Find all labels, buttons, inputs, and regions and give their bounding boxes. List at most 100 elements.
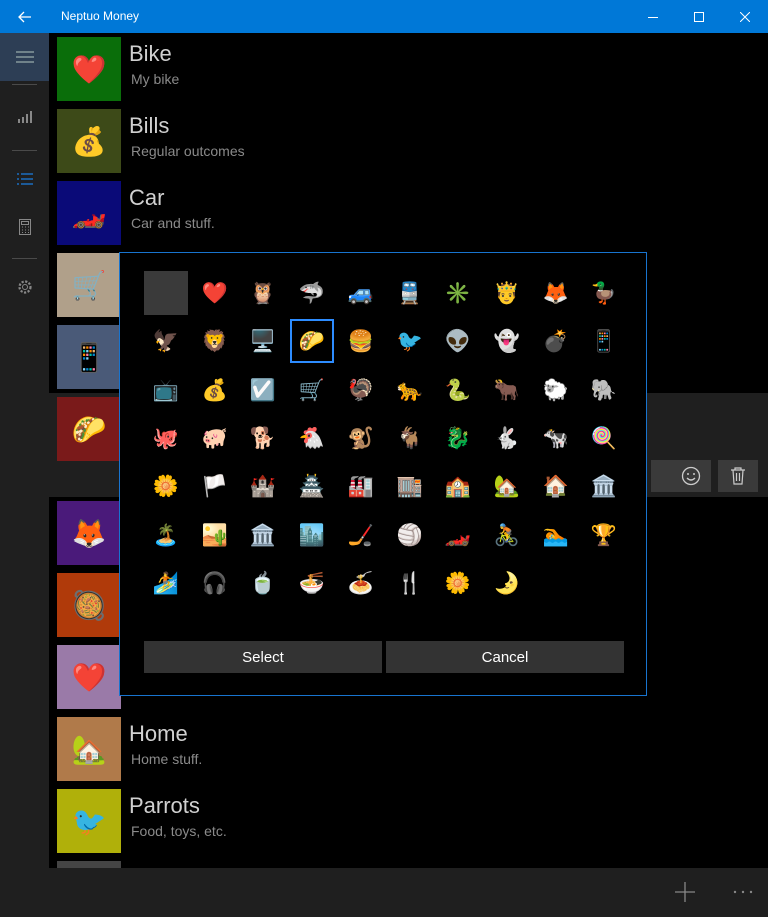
icon-option[interactable]: 🏭	[339, 464, 383, 508]
food-icon: 🥘	[71, 588, 107, 622]
icon-option[interactable]: 🏎️	[436, 513, 480, 557]
icon-option[interactable]: 🛒	[290, 368, 334, 412]
icon-option[interactable]: 🚆	[388, 271, 432, 315]
list-item[interactable]: ❤️ Bike My bike	[49, 33, 768, 105]
back-button[interactable]	[0, 0, 49, 33]
icon-option[interactable]: ✳️	[436, 271, 480, 315]
icon-option[interactable]: 🐑	[534, 368, 578, 412]
icon-option[interactable]: 🐦	[388, 319, 432, 363]
icon-option-none[interactable]	[144, 271, 188, 315]
icon-option[interactable]: 🐔	[290, 416, 334, 460]
icon-option[interactable]: 🍔	[339, 319, 383, 363]
icon-option[interactable]: 🦃	[339, 368, 383, 412]
icon-option[interactable]: 🦅	[144, 319, 188, 363]
icon-option[interactable]: 👻	[485, 319, 529, 363]
icon-option[interactable]: 🐒	[339, 416, 383, 460]
icon-option[interactable]: 🚙	[339, 271, 383, 315]
icon-option[interactable]: 🍝	[339, 561, 383, 605]
icon-option[interactable]: 🐉	[436, 416, 480, 460]
icon-option[interactable]: 🐄	[534, 416, 578, 460]
smiley-icon	[681, 466, 701, 486]
icon-option[interactable]: 👽	[436, 319, 480, 363]
sidebar-item-calculator[interactable]	[0, 203, 49, 251]
icon-option[interactable]: 🍵	[241, 561, 285, 605]
icon-option[interactable]: 🍭	[582, 416, 626, 460]
icon-option[interactable]: 💰	[193, 368, 237, 412]
icon-option[interactable]: 🏡	[485, 464, 529, 508]
hamburger-icon	[15, 51, 34, 63]
icon-option[interactable]: 🐙	[144, 416, 188, 460]
icon-option[interactable]: 🏬	[388, 464, 432, 508]
minimize-button[interactable]	[630, 0, 676, 33]
icon-option[interactable]: 🏫	[436, 464, 480, 508]
race-car-icon: 🏎️	[71, 196, 107, 230]
icon-option[interactable]: 🏛️	[241, 513, 285, 557]
sidebar-item-summary[interactable]	[0, 93, 49, 141]
icon-option[interactable]: 🏒	[339, 513, 383, 557]
icon-option[interactable]: 🐇	[485, 416, 529, 460]
icon-option[interactable]: 🏆	[582, 513, 626, 557]
taco-icon: 🌮	[71, 412, 107, 446]
icon-option[interactable]: ☑️	[241, 368, 285, 412]
icon-option[interactable]: 🍜	[290, 561, 334, 605]
icon-option[interactable]: 🌛	[485, 561, 529, 605]
icon-option[interactable]: 🏜️	[193, 513, 237, 557]
minimize-icon	[648, 16, 658, 18]
sidebar	[0, 33, 49, 917]
icon-option[interactable]: 🐐	[388, 416, 432, 460]
select-button[interactable]: Select	[144, 641, 382, 673]
icon-option[interactable]: 🚴	[485, 513, 529, 557]
icon-option[interactable]: 🌼	[436, 561, 480, 605]
icon-option[interactable]: 🦁	[193, 319, 237, 363]
icon-option[interactable]: 🐆	[388, 368, 432, 412]
icon-option[interactable]: 🐕	[241, 416, 285, 460]
icon-option[interactable]: ❤️	[193, 271, 237, 315]
list-item[interactable]: 🏎️ Car Car and stuff.	[49, 177, 768, 249]
icon-picker-dialog: ❤️ 🦉 🦈 🚙 🚆 ✳️ 🤴 🦊 🦆 🦅 🦁 🖥️ 🌮 🍔 🐦 👽 👻 💣 📱 📺 💰 ☑️ 🛒 🦃 🐆 🐍 🐂 🐑 🐘 🐙 🐖 🐕 🐔 🐒 🐐 🐉…	[119, 252, 647, 696]
hamburger-menu-button[interactable]	[0, 33, 49, 81]
icon-option[interactable]: 🐘	[582, 368, 626, 412]
icon-option[interactable]: 🏙️	[290, 513, 334, 557]
delete-button[interactable]	[718, 460, 758, 492]
icon-option[interactable]: 📱	[582, 319, 626, 363]
icon-option[interactable]: 🐍	[436, 368, 480, 412]
icon-option[interactable]: 🍴	[388, 561, 432, 605]
icon-option[interactable]: 🏯	[290, 464, 334, 508]
sidebar-item-categories[interactable]	[0, 155, 49, 203]
icon-option[interactable]: 🦊	[534, 271, 578, 315]
close-button[interactable]	[722, 0, 768, 33]
cancel-button[interactable]: Cancel	[386, 641, 624, 673]
icon-option[interactable]: 🏳️	[193, 464, 237, 508]
icon-option[interactable]: 🦈	[290, 271, 334, 315]
icon-option[interactable]: 🌼	[144, 464, 188, 508]
icon-option[interactable]: 🏛️	[582, 464, 626, 508]
list-item[interactable]: 🐦 Parrots Food, toys, etc.	[49, 785, 768, 857]
icon-option[interactable]: 🏄	[144, 561, 188, 605]
icon-option[interactable]: 🐂	[485, 368, 529, 412]
icon-option[interactable]: 🏝️	[144, 513, 188, 557]
category-name: Parrots	[129, 793, 200, 818]
icon-option[interactable]: 🌮	[290, 319, 334, 363]
sidebar-item-settings[interactable]	[0, 263, 49, 311]
icon-option[interactable]: 🦉	[241, 271, 285, 315]
icon-option[interactable]: 🐖	[193, 416, 237, 460]
list-item[interactable]: 💰 Bills Regular outcomes	[49, 105, 768, 177]
icon-option[interactable]: 📺	[144, 368, 188, 412]
category-name: Home	[129, 721, 188, 746]
list-item[interactable]: 🏡 Home Home stuff.	[49, 713, 768, 785]
icon-option[interactable]: 🖥️	[241, 319, 285, 363]
icon-option[interactable]: 🏠	[534, 464, 578, 508]
add-button[interactable]	[669, 876, 701, 908]
icon-button[interactable]	[671, 460, 711, 492]
title-bar: Neptuo Money	[0, 0, 768, 33]
more-button[interactable]	[725, 876, 761, 908]
icon-option[interactable]: 🎧	[193, 561, 237, 605]
icon-option[interactable]: 🤴	[485, 271, 529, 315]
calculator-icon	[18, 219, 31, 235]
icon-option[interactable]: 🏰	[241, 464, 285, 508]
maximize-button[interactable]	[676, 0, 722, 33]
icon-option[interactable]: 🏊	[534, 513, 578, 557]
icon-option[interactable]: 🦆	[582, 271, 626, 315]
icon-option[interactable]: 💣	[534, 319, 578, 363]
icon-option[interactable]: 🏐	[388, 513, 432, 557]
